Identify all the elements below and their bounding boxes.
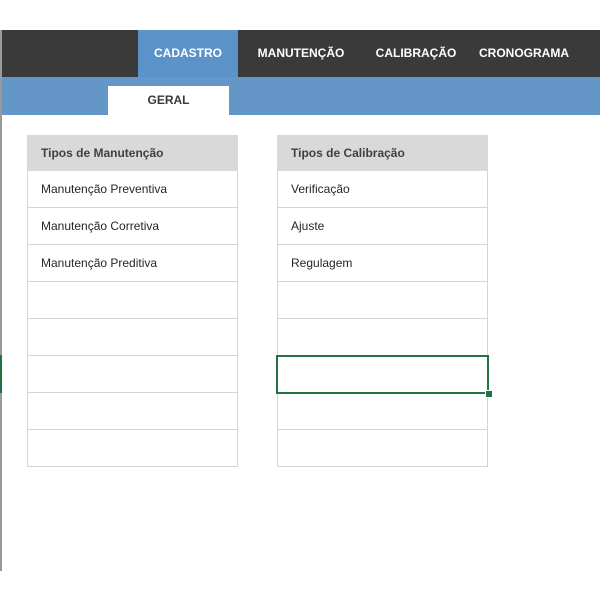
table-row[interactable]	[27, 356, 238, 393]
table-row[interactable]	[277, 319, 488, 356]
spreadsheet-dashboard: CADASTRO MANUTENÇÃO CALIBRAÇÃO CRONOGRAM…	[0, 0, 600, 600]
table-row[interactable]	[277, 282, 488, 319]
tab-cronograma[interactable]: CRONOGRAMA	[472, 30, 576, 77]
row-selection-indicator	[0, 355, 2, 393]
subtab-geral[interactable]: GERAL	[108, 86, 229, 115]
tab-calibracao[interactable]: CALIBRAÇÃO	[366, 30, 466, 77]
tab-cadastro[interactable]: CADASTRO	[138, 30, 238, 77]
tab-manutencao[interactable]: MANUTENÇÃO	[246, 30, 356, 77]
table-row[interactable]: Regulagem	[277, 245, 488, 282]
table-row[interactable]	[27, 393, 238, 430]
fill-handle[interactable]	[485, 390, 493, 398]
maintenance-types-table: Tipos de Manutenção Manutenção Preventiv…	[27, 135, 238, 467]
table-row[interactable]: Manutenção Corretiva	[27, 208, 238, 245]
calibration-types-header: Tipos de Calibração	[277, 135, 488, 171]
selected-cell-outline[interactable]	[276, 355, 489, 394]
table-row[interactable]: Manutenção Preventiva	[27, 171, 238, 208]
table-row[interactable]: Manutenção Preditiva	[27, 245, 238, 282]
calibration-types-table: Tipos de Calibração Verificação Ajuste R…	[277, 135, 488, 467]
sheet-top-strip	[0, 0, 600, 30]
table-row[interactable]: Ajuste	[277, 208, 488, 245]
table-row[interactable]	[277, 393, 488, 430]
table-row[interactable]	[277, 430, 488, 467]
table-row[interactable]	[27, 319, 238, 356]
maintenance-types-header: Tipos de Manutenção	[27, 135, 238, 171]
table-row[interactable]	[27, 282, 238, 319]
table-row[interactable]	[27, 430, 238, 467]
table-row[interactable]: Verificação	[277, 171, 488, 208]
sub-navbar	[2, 77, 600, 115]
